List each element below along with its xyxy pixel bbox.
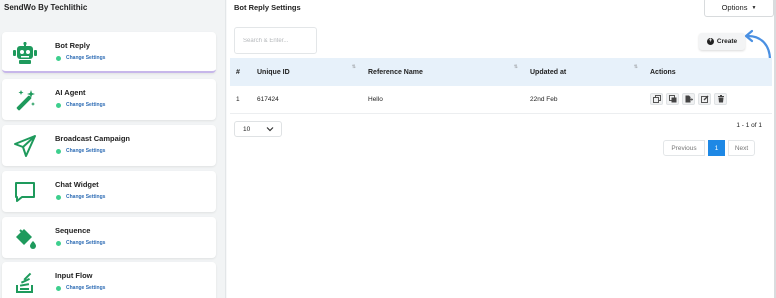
- column-header-reference-name[interactable]: Reference Name ⇅: [362, 58, 524, 86]
- caret-down-icon: ▼: [751, 4, 757, 11]
- edit-button[interactable]: [698, 93, 711, 106]
- duplicate-button[interactable]: [666, 93, 679, 106]
- plus-circle-icon: +: [706, 38, 714, 45]
- sort-icon[interactable]: ⇅: [352, 64, 356, 70]
- row-updated-at: 22nd Feb: [530, 95, 558, 103]
- stack-overflow-icon: [12, 271, 38, 295]
- change-settings-link[interactable]: Change Settings: [66, 148, 105, 154]
- options-dropdown-button[interactable]: Options ▼: [704, 0, 774, 17]
- status-dot: [56, 285, 61, 291]
- sidebar-item-label: Sequence: [55, 226, 91, 235]
- current-page-button[interactable]: 1: [708, 140, 725, 156]
- row-index: 1: [236, 95, 240, 103]
- chevron-down-icon: [266, 127, 274, 132]
- sort-icon[interactable]: ⇅: [634, 64, 638, 70]
- status-dot: [56, 102, 61, 108]
- sidebar-item-ai-agent[interactable]: AI Agent Change Settings: [2, 79, 216, 120]
- page-size-value: 10: [243, 125, 251, 133]
- table-row: 1 617424 Hello 22nd Feb: [230, 86, 772, 113]
- page-title: Bot Reply Settings: [234, 3, 301, 12]
- row-actions: [644, 86, 772, 113]
- change-settings-link[interactable]: Change Settings: [66, 285, 105, 291]
- export-button[interactable]: [682, 93, 695, 106]
- sidebar: SendWo By Techlithic Bot Reply Change Se…: [0, 0, 226, 298]
- row-unique-id: 617424: [257, 95, 279, 103]
- robot-icon: [12, 41, 38, 65]
- table-header-row: # Unique ID ⇅ Reference Name ⇅ Updated at ⇅…: [230, 58, 772, 86]
- sidebar-item-input-flow[interactable]: Input Flow Change Settings: [2, 262, 216, 298]
- search-input[interactable]: [234, 27, 317, 54]
- change-settings-link[interactable]: Change Settings: [66, 240, 105, 246]
- options-label: Options: [721, 3, 748, 12]
- column-header-index: #: [236, 68, 240, 76]
- magic-wand-icon: [12, 88, 38, 112]
- status-dot: [56, 148, 61, 154]
- column-header-unique-id[interactable]: Unique ID ⇅: [251, 58, 362, 86]
- copy-button[interactable]: [650, 93, 663, 106]
- sidebar-item-sequence[interactable]: Sequence Change Settings: [2, 217, 216, 258]
- sidebar-item-chat-widget[interactable]: Chat Widget Change Settings: [2, 171, 216, 212]
- status-indicator: Change Settings: [56, 285, 105, 291]
- change-settings-link[interactable]: Change Settings: [66, 194, 105, 200]
- status-dot: [56, 240, 61, 246]
- trash-icon: [717, 95, 724, 103]
- action-buttons: [650, 93, 772, 106]
- status-indicator: Change Settings: [56, 240, 105, 246]
- column-header-actions: Actions: [650, 68, 676, 76]
- next-page-button[interactable]: Next: [728, 140, 755, 156]
- app-root: SendWo By Techlithic Bot Reply Change Se…: [0, 0, 776, 298]
- previous-page-button[interactable]: Previous: [663, 140, 705, 156]
- column-header-updated-at[interactable]: Updated at ⇅: [524, 58, 644, 86]
- app-title: SendWo By Techlithic: [4, 3, 88, 12]
- status-indicator: Change Settings: [56, 194, 105, 200]
- status-dot: [56, 55, 61, 61]
- edit-icon: [700, 95, 708, 104]
- chat-bubble-icon: [12, 180, 38, 204]
- sidebar-item-label: Input Flow: [55, 271, 93, 280]
- duplicate-icon: [668, 95, 676, 103]
- change-settings-link[interactable]: Change Settings: [66, 55, 105, 61]
- main-panel: Bot Reply Settings Options ▼ + Create # …: [227, 0, 776, 298]
- curved-arrow-icon: [744, 29, 772, 62]
- create-button[interactable]: + Create: [699, 33, 745, 50]
- status-indicator: Change Settings: [56, 102, 105, 108]
- paper-plane-icon: [12, 134, 38, 158]
- delete-button[interactable]: [714, 93, 727, 106]
- change-settings-link[interactable]: Change Settings: [66, 102, 105, 108]
- sidebar-item-label: Broadcast Campaign: [55, 134, 131, 143]
- copy-icon: [652, 95, 661, 104]
- status-indicator: Change Settings: [56, 148, 105, 154]
- sidebar-item-label: Bot Reply: [55, 41, 91, 50]
- create-label: Create: [716, 38, 738, 45]
- status-dot: [56, 194, 61, 200]
- page-size-select[interactable]: 10: [234, 121, 282, 137]
- row-reference-name: Hello: [368, 95, 383, 103]
- bot-reply-table: # Unique ID ⇅ Reference Name ⇅ Updated at ⇅…: [230, 58, 772, 114]
- file-export-icon: [685, 95, 693, 103]
- sidebar-item-broadcast-campaign[interactable]: Broadcast Campaign Change Settings: [2, 125, 216, 166]
- pagination: Previous 1 Next: [663, 140, 755, 156]
- paint-bucket-icon: [12, 226, 38, 250]
- sidebar-item-label: Chat Widget: [55, 180, 99, 189]
- sidebar-item-label: AI Agent: [55, 88, 86, 97]
- sort-icon[interactable]: ⇅: [514, 64, 518, 70]
- status-indicator: Change Settings: [56, 55, 105, 61]
- page-count: 1 - 1 of 1: [736, 122, 762, 129]
- sidebar-item-bot-reply[interactable]: Bot Reply Change Settings: [2, 32, 216, 73]
